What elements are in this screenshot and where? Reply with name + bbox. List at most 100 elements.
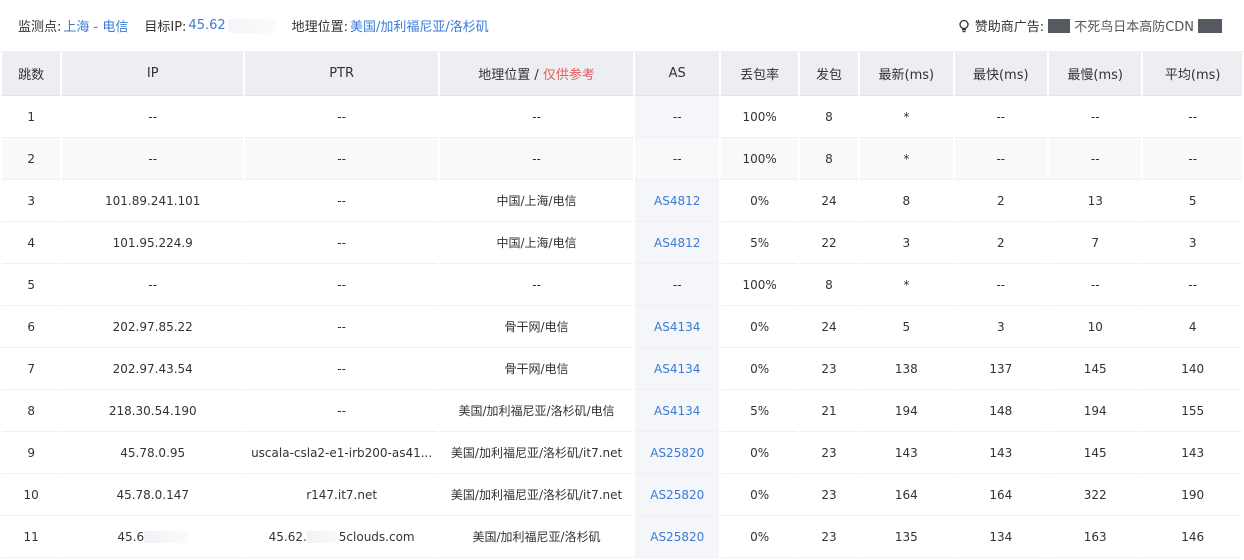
cell-ptr: uscala-csla2-e1-irb200-as41... [245, 432, 439, 474]
cell-last: 135 [860, 516, 953, 558]
cell-worst: 145 [1049, 348, 1142, 390]
cell-sent: 22 [799, 222, 859, 264]
target-value: 45.62 [188, 18, 226, 33]
table-row: 4 101.95.224.9 -- 中国/上海/电信 AS4812 5% 22 3 2 7 3 [2, 222, 1242, 264]
as-link[interactable]: AS4134 [654, 362, 700, 376]
cell-hop: 11 [2, 516, 61, 558]
cell-worst: -- [1049, 138, 1142, 180]
cell-worst: -- [1049, 264, 1142, 306]
cell-hop: 4 [2, 222, 61, 264]
col-geo: 地理位置 / 仅供参考 [440, 52, 634, 96]
cell-sent: 8 [799, 264, 859, 306]
cell-last: 5 [860, 306, 953, 348]
col-worst: 最慢(ms) [1049, 52, 1142, 96]
cell-as: -- [635, 138, 720, 180]
cell-worst: 163 [1049, 516, 1142, 558]
monitor-value[interactable]: 上海 - 电信 [63, 16, 128, 35]
cell-avg: 155 [1143, 390, 1242, 432]
cell-loss: 100% [721, 96, 798, 138]
cell-hop: 3 [2, 180, 61, 222]
cell-avg: 4 [1143, 306, 1242, 348]
as-link[interactable]: AS4812 [654, 194, 700, 208]
cell-sent: 24 [799, 306, 859, 348]
cell-ip: 45.6 [62, 516, 244, 558]
cell-ptr: -- [245, 222, 439, 264]
geo-location: 地理位置: 美国/加利福尼亚/洛杉矶 [292, 16, 489, 35]
table-row: 8 218.30.54.190 -- 美国/加利福尼亚/洛杉矶/电信 AS4134 5% 2… [2, 390, 1242, 432]
table-row: 3 101.89.241.101 -- 中国/上海/电信 AS4812 0% 24 8 2 13 5 [2, 180, 1242, 222]
as-link[interactable]: AS4812 [654, 236, 700, 250]
cell-last: 138 [860, 348, 953, 390]
table-row: 10 45.78.0.147 r147.it7.net 美国/加利福尼亚/洛杉矶/it… [2, 474, 1242, 516]
cell-avg: 143 [1143, 432, 1242, 474]
cell-loss: 0% [721, 306, 798, 348]
cell-best: 2 [954, 180, 1047, 222]
cell-avg: 3 [1143, 222, 1242, 264]
cell-hop: 8 [2, 390, 61, 432]
cell-avg: 146 [1143, 516, 1242, 558]
cell-worst: 7 [1049, 222, 1142, 264]
cell-ptr: 45.62. 5clouds.com [245, 516, 439, 558]
col-last: 最新(ms) [860, 52, 953, 96]
col-as: AS [635, 52, 720, 96]
col-sent: 发包 [799, 52, 859, 96]
cell-ptr: -- [245, 264, 439, 306]
lightbulb-icon [959, 19, 969, 32]
cell-ip: -- [62, 264, 244, 306]
cell-worst: 145 [1049, 432, 1142, 474]
table-row: 6 202.97.85.22 -- 骨干网/电信 AS4134 0% 24 5 3 10 4 [2, 306, 1242, 348]
cell-ip: 202.97.85.22 [62, 306, 244, 348]
col-geo-label: 地理位置 [478, 68, 531, 83]
cell-as: -- [635, 96, 720, 138]
cell-ip: 45.78.0.147 [62, 474, 244, 516]
cell-loss: 5% [721, 390, 798, 432]
monitor-point: 监测点: 上海 - 电信 [18, 16, 128, 35]
blurred-ip-mask [227, 18, 276, 33]
cell-loss: 0% [721, 516, 798, 558]
cell-geo: -- [440, 138, 634, 180]
cell-avg: -- [1143, 264, 1242, 306]
ptr-suffix: 5clouds.com [338, 529, 415, 544]
cell-hop: 2 [2, 138, 61, 180]
blurred-ip-mask [144, 531, 189, 543]
cell-avg: -- [1143, 96, 1242, 138]
as-link[interactable]: AS4134 [654, 320, 700, 334]
cell-best: 2 [954, 222, 1047, 264]
cell-last: 143 [860, 432, 953, 474]
col-hop: 跳数 [2, 52, 61, 96]
as-link[interactable]: AS4134 [654, 404, 700, 418]
cell-geo: 骨干网/电信 [440, 306, 634, 348]
cell-hop: 6 [2, 306, 61, 348]
cell-as: AS25820 [635, 432, 720, 474]
cell-geo: -- [440, 96, 634, 138]
as-link[interactable]: AS25820 [650, 488, 704, 502]
cell-worst: 13 [1049, 180, 1142, 222]
cell-best: 137 [954, 348, 1047, 390]
cell-worst: 322 [1049, 474, 1142, 516]
cell-geo: 美国/加利福尼亚/洛杉矶/it7.net [440, 432, 634, 474]
cell-loss: 100% [721, 264, 798, 306]
table-row: 2 -- -- -- -- 100% 8 * -- -- -- [2, 138, 1242, 180]
cell-sent: 8 [799, 138, 859, 180]
geo-value[interactable]: 美国/加利福尼亚/洛杉矶 [350, 16, 489, 35]
cell-sent: 23 [799, 516, 859, 558]
cell-last: * [860, 264, 953, 306]
cell-hop: 5 [2, 264, 61, 306]
cell-loss: 100% [721, 138, 798, 180]
cell-as: AS4812 [635, 222, 720, 264]
cell-sent: 24 [799, 180, 859, 222]
as-link[interactable]: AS25820 [650, 530, 704, 544]
blurred-ptr-mask [306, 531, 339, 543]
as-link[interactable]: AS25820 [650, 446, 704, 460]
cell-avg: 190 [1143, 474, 1242, 516]
ad-logo-right [1198, 18, 1222, 33]
table-row: 9 45.78.0.95 uscala-csla2-e1-irb200-as41..… [2, 432, 1242, 474]
cell-avg: -- [1143, 138, 1242, 180]
monitor-label: 监测点: [18, 20, 62, 35]
sponsor-ad-link[interactable]: 不死鸟日本高防CDN [1074, 16, 1194, 35]
cell-sent: 23 [799, 474, 859, 516]
cell-best: 143 [954, 432, 1047, 474]
col-ip: IP [62, 52, 244, 96]
target-ip: 目标IP: 45.62 [144, 16, 276, 35]
cell-ip: 101.95.224.9 [62, 222, 244, 264]
